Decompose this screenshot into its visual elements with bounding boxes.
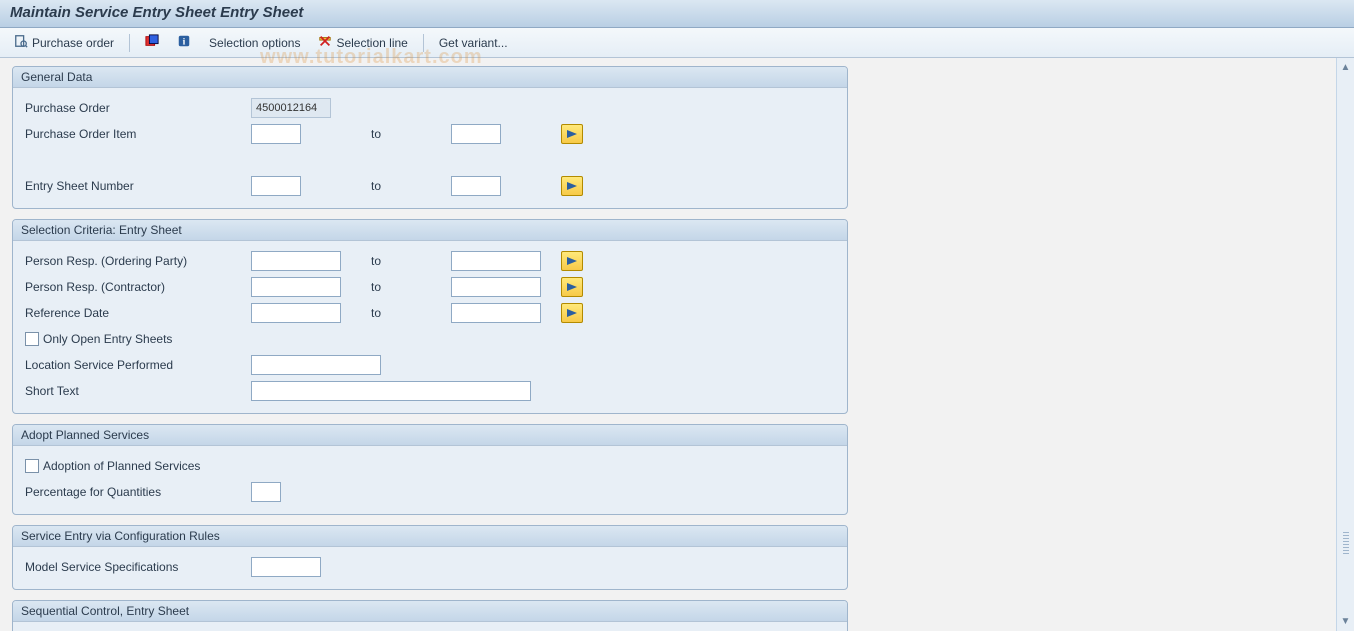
po-item-from-input[interactable] <box>251 124 301 144</box>
group-title-selection: Selection Criteria: Entry Sheet <box>13 220 847 241</box>
model-spec-label: Model Service Specifications <box>21 560 251 574</box>
reference-date-multiselect-button[interactable] <box>561 303 583 323</box>
selection-options-label: Selection options <box>209 36 300 50</box>
adoption-checkbox[interactable] <box>25 459 39 473</box>
group-title-config: Service Entry via Configuration Rules <box>13 526 847 547</box>
adoption-checkbox-row[interactable]: Adoption of Planned Services <box>21 459 251 473</box>
entry-sheet-to-input[interactable] <box>451 176 501 196</box>
toolbar-separator <box>423 34 424 52</box>
person-contractor-multiselect-button[interactable] <box>561 277 583 297</box>
info-icon: i <box>177 34 191 51</box>
reference-date-to-input[interactable] <box>451 303 541 323</box>
percentage-input[interactable] <box>251 482 281 502</box>
model-spec-input[interactable] <box>251 557 321 577</box>
person-contractor-to-input[interactable] <box>451 277 541 297</box>
svg-text:i: i <box>183 37 186 48</box>
vertical-scrollbar[interactable]: ▲ ▼ <box>1336 58 1354 631</box>
toolbar: Purchase order i Selection options Selec… <box>0 28 1354 58</box>
group-adopt-planned: Adopt Planned Services Adoption of Plann… <box>12 424 848 515</box>
location-label: Location Service Performed <box>21 358 251 372</box>
po-item-multiselect-button[interactable] <box>561 124 583 144</box>
purchase-order-button[interactable]: Purchase order <box>8 32 120 53</box>
entry-sheet-multiselect-button[interactable] <box>561 176 583 196</box>
percentage-label: Percentage for Quantities <box>21 485 251 499</box>
person-ordering-multiselect-button[interactable] <box>561 251 583 271</box>
group-selection-criteria: Selection Criteria: Entry Sheet Person R… <box>12 219 848 414</box>
purchase-order-value: 4500012164 <box>251 98 331 118</box>
entry-sheet-from-input[interactable] <box>251 176 301 196</box>
scroll-down-icon[interactable]: ▼ <box>1341 616 1351 627</box>
short-text-label: Short Text <box>21 384 251 398</box>
get-variant-label: Get variant... <box>439 36 508 50</box>
delete-line-icon <box>318 34 332 51</box>
scroll-grip-icon[interactable] <box>1343 532 1349 556</box>
only-open-checkbox-row[interactable]: Only Open Entry Sheets <box>21 332 251 346</box>
main-column: General Data Purchase Order 4500012164 P… <box>0 58 860 631</box>
entry-sheet-label: Entry Sheet Number <box>21 179 251 193</box>
person-ordering-label: Person Resp. (Ordering Party) <box>21 254 251 268</box>
purchase-order-label: Purchase Order <box>21 101 251 115</box>
only-open-checkbox[interactable] <box>25 332 39 346</box>
to-label: to <box>301 179 451 193</box>
get-variant-button[interactable]: Get variant... <box>433 34 514 52</box>
group-title-sequential: Sequential Control, Entry Sheet <box>13 601 847 622</box>
info-button[interactable]: i <box>171 32 197 53</box>
person-contractor-from-input[interactable] <box>251 277 341 297</box>
selection-options-button[interactable]: Selection options <box>203 34 306 52</box>
person-ordering-from-input[interactable] <box>251 251 341 271</box>
adoption-label: Adoption of Planned Services <box>43 459 200 473</box>
selection-line-button[interactable]: Selection line <box>312 32 413 53</box>
group-sequential-control: Sequential Control, Entry Sheet Overview… <box>12 600 848 631</box>
selection-line-label: Selection line <box>336 36 407 50</box>
dynamic-selections-button[interactable] <box>139 32 165 53</box>
to-label: to <box>301 127 451 141</box>
dynamic-selections-icon <box>145 34 159 51</box>
po-item-label: Purchase Order Item <box>21 127 251 141</box>
search-po-icon <box>14 34 28 51</box>
to-label: to <box>341 280 451 294</box>
group-general-data: General Data Purchase Order 4500012164 P… <box>12 66 848 209</box>
group-title-general: General Data <box>13 67 847 88</box>
only-open-label: Only Open Entry Sheets <box>43 332 172 346</box>
to-label: to <box>341 254 451 268</box>
reference-date-from-input[interactable] <box>251 303 341 323</box>
toolbar-separator <box>129 34 130 52</box>
location-input[interactable] <box>251 355 381 375</box>
po-item-to-input[interactable] <box>451 124 501 144</box>
person-contractor-label: Person Resp. (Contractor) <box>21 280 251 294</box>
purchase-order-label: Purchase order <box>32 36 114 50</box>
person-ordering-to-input[interactable] <box>451 251 541 271</box>
scroll-up-icon[interactable]: ▲ <box>1341 62 1351 73</box>
content-area: General Data Purchase Order 4500012164 P… <box>0 58 1354 631</box>
group-title-adopt: Adopt Planned Services <box>13 425 847 446</box>
to-label: to <box>341 306 451 320</box>
page-title: Maintain Service Entry Sheet Entry Sheet <box>0 0 1354 28</box>
short-text-input[interactable] <box>251 381 531 401</box>
reference-date-label: Reference Date <box>21 306 251 320</box>
group-config-rules: Service Entry via Configuration Rules Mo… <box>12 525 848 590</box>
